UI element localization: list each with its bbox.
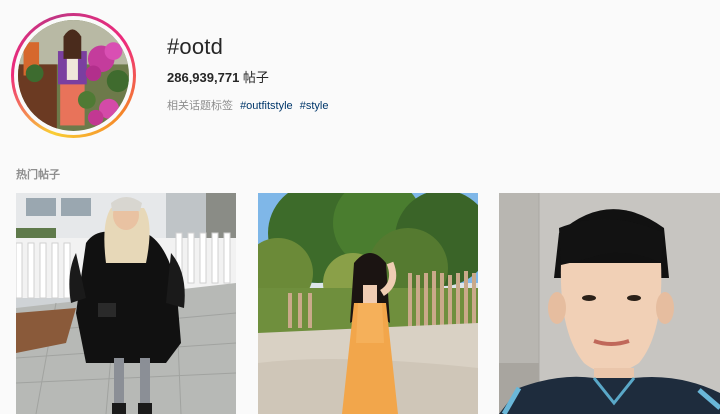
avatar-inner	[14, 16, 133, 135]
avatar-image	[18, 20, 129, 131]
post-thumbnail[interactable]	[258, 193, 478, 414]
post-thumbnail[interactable]	[499, 193, 720, 414]
related-tag-style[interactable]: #style	[300, 100, 329, 112]
related-tag-outfitstyle[interactable]: #outfitstyle	[240, 100, 293, 112]
post-count-number: 286,939,771	[167, 70, 240, 85]
top-posts-label: 热门帖子	[16, 169, 60, 181]
hashtag-title: #ootd	[167, 34, 224, 59]
post-count-unit: 帖子	[239, 70, 269, 85]
post-thumbnail[interactable]	[16, 193, 236, 414]
related-hashtags-label: 相关话题标签	[167, 100, 233, 112]
post-count: 286,939,771 帖子	[167, 67, 269, 86]
hashtag-avatar[interactable]	[11, 13, 136, 138]
related-hashtags: 相关话题标签 #outfitstyle #style	[167, 97, 328, 113]
